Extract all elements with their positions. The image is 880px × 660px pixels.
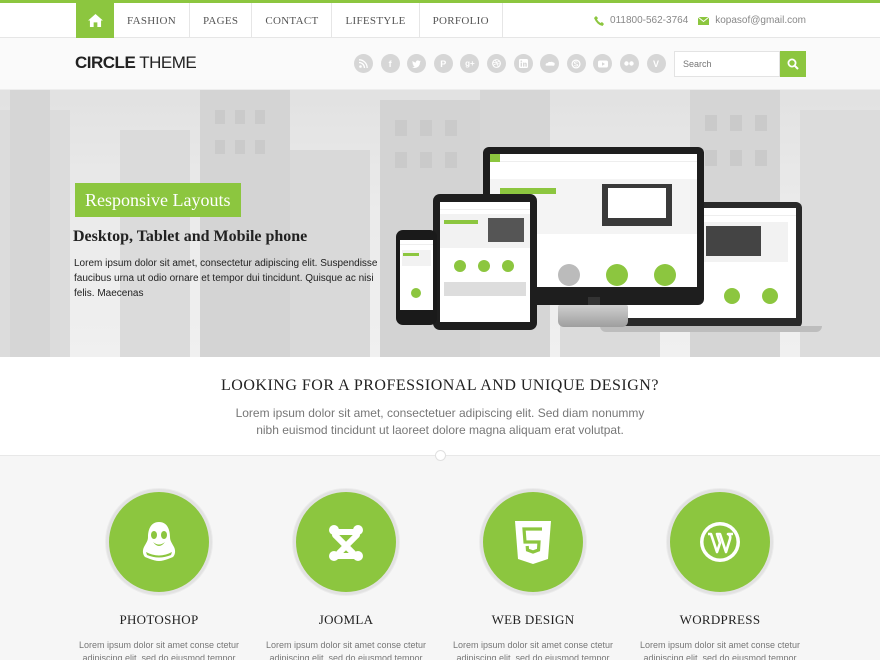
hero-title: Desktop, Tablet and Mobile phone [73, 228, 308, 245]
social-links: f P g+ V [354, 54, 673, 73]
intro-heading: LOOKING FOR A PROFESSIONAL AND UNIQUE DE… [221, 377, 659, 394]
feature-title: WORDPRESS [679, 612, 761, 627]
wordpress-icon [700, 522, 740, 562]
feature-text: Lorem ipsum dolor sit amet conse ctetur … [639, 640, 801, 660]
feature-icon-circle[interactable] [106, 489, 212, 595]
skype-icon[interactable] [566, 54, 586, 73]
phone-number: 011800-562-3764 [610, 15, 689, 26]
nav-item-fashion[interactable]: FASHION [114, 3, 190, 38]
feature-wordpress: WORDPRESS Lorem ipsum dolor sit amet con… [630, 489, 810, 660]
flickr-icon[interactable] [540, 54, 560, 73]
site-logo[interactable]: CIRCLE THEME [75, 53, 197, 73]
vimeo-icon[interactable]: V [646, 54, 666, 73]
feature-photoshop: PHOTOSHOP Lorem ipsum dolor sit amet con… [69, 489, 249, 660]
feature-joomla: JOOMLA Lorem ipsum dolor sit amet conse … [256, 489, 436, 660]
facebook-icon[interactable]: f [380, 54, 400, 73]
main-nav: FASHION PAGES CONTACT LIFESTYLE PORFOLIO [76, 3, 503, 38]
nav-item-portfolio[interactable]: PORFOLIO [420, 3, 503, 38]
top-navigation-bar: FASHION PAGES CONTACT LIFESTYLE PORFOLIO… [0, 0, 880, 38]
logo-light-text: THEME [135, 53, 197, 72]
nav-home-button[interactable] [76, 3, 114, 38]
google-plus-icon[interactable]: g+ [460, 54, 480, 73]
hero-badge: Responsive Layouts [75, 183, 241, 217]
dribbble-icon[interactable] [486, 54, 506, 73]
hero-description: Lorem ipsum dolor sit amet, consectetur … [74, 258, 378, 299]
feature-text: Lorem ipsum dolor sit amet conse ctetur … [78, 640, 240, 660]
phone-mockup [396, 230, 437, 325]
divider-ornament [435, 450, 446, 461]
search-input[interactable] [674, 51, 780, 77]
tablet-mockup [433, 194, 537, 330]
site-header: CIRCLE THEME f P g+ V [0, 38, 880, 90]
phone-icon [594, 15, 605, 26]
linkedin-icon[interactable] [513, 54, 533, 73]
search-form [674, 51, 806, 77]
feature-text: Lorem ipsum dolor sit amet conse ctetur … [452, 640, 614, 660]
nav-item-lifestyle[interactable]: LIFESTYLE [332, 3, 420, 38]
search-icon [787, 58, 799, 70]
pinterest-icon[interactable]: P [433, 54, 453, 73]
twitter-icon[interactable] [407, 54, 427, 73]
mail-icon [698, 16, 710, 25]
search-button[interactable] [780, 51, 806, 77]
feature-icon-circle[interactable] [480, 489, 586, 595]
html5-icon [515, 521, 551, 564]
monitor-stand [558, 305, 628, 327]
feature-web-design: WEB DESIGN Lorem ipsum dolor sit amet co… [443, 489, 623, 660]
logo-bold-text: CIRCLE [75, 53, 136, 72]
feature-text: Lorem ipsum dolor sit amet conse ctetur … [265, 640, 427, 660]
joomla-icon [329, 525, 363, 561]
nav-item-pages[interactable]: PAGES [190, 3, 253, 38]
youtube-icon[interactable] [593, 54, 613, 73]
intro-text-body: Lorem ipsum dolor sit amet, consectetuer… [235, 406, 645, 437]
hero-banner: Responsive Layouts Desktop, Tablet and M… [0, 90, 880, 357]
flickr-dots-icon[interactable] [619, 54, 639, 73]
email-address: kopasof@gmail.com [715, 15, 806, 26]
home-icon [87, 14, 103, 27]
feature-icon-circle[interactable] [667, 489, 773, 595]
email-contact[interactable]: kopasof@gmail.com [698, 15, 806, 26]
nav-item-contact[interactable]: CONTACT [252, 3, 333, 38]
linux-penguin-icon [142, 522, 176, 561]
phone-contact: 011800-562-3764 [594, 15, 688, 26]
feature-title: WEB DESIGN [491, 612, 575, 627]
feature-icon-circle[interactable] [293, 489, 399, 595]
contact-info: 011800-562-3764 kopasof@gmail.com [584, 3, 806, 38]
rss-icon[interactable] [354, 54, 373, 73]
feature-title: JOOMLA [318, 612, 374, 627]
feature-title: PHOTOSHOP [119, 612, 199, 627]
intro-text: Lorem ipsum dolor sit amet, consectetuer… [0, 405, 880, 439]
laptop-base [600, 326, 822, 332]
